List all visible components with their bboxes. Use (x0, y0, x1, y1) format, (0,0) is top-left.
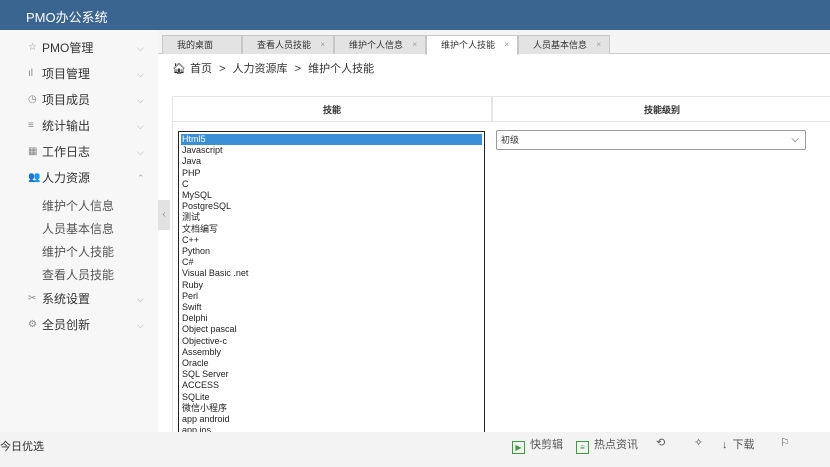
skill-option[interactable]: Ruby (181, 280, 482, 291)
download-icon: ↓ (722, 439, 728, 451)
skill-option[interactable]: Object pascal (181, 324, 482, 335)
sidebar-item-worklog[interactable]: ▦ 工作日志 ⌵ (0, 139, 158, 165)
breadcrumb-current: 维护个人技能 (308, 63, 375, 75)
tab-my-desktop[interactable]: 我的桌面 (162, 35, 242, 54)
sidebar-collapse-button[interactable]: ‹ (158, 200, 170, 230)
flag-button[interactable]: ⚐ (780, 436, 795, 449)
sidebar-item-settings[interactable]: ✂ 系统设置 ⌵ (0, 286, 158, 312)
skill-option[interactable]: 测试 (181, 212, 482, 223)
chevron-down-icon: ⌵ (137, 69, 144, 79)
sidebar-item-innovation[interactable]: ⚙ 全员创新 ⌵ (0, 312, 158, 338)
wrench-icon: ✂ (28, 293, 37, 304)
skill-option[interactable]: Oracle (181, 358, 482, 369)
chevron-down-icon: ⌵ (137, 320, 144, 330)
sidebar-item-projects[interactable]: ıl 项目管理 ⌵ (0, 61, 158, 87)
home-icon: 🏠︎ (172, 63, 186, 75)
skill-option[interactable]: Javascript (181, 145, 482, 156)
skill-option[interactable]: Objective-c (181, 336, 482, 347)
chevron-down-icon: ⌵ (137, 121, 144, 131)
skill-option[interactable]: Python (181, 246, 482, 257)
tab-view-staff-skills[interactable]: 查看人员技能 × (242, 35, 334, 54)
download-button[interactable]: ↓ 下载 (722, 436, 755, 452)
chevron-down-icon: ⌵ (137, 43, 144, 53)
bar-chart-icon: ıl (28, 68, 33, 79)
chevron-down-icon: ⌵ (791, 134, 799, 145)
skill-level-value: 初级 (501, 135, 520, 145)
news-icon: ≡ (576, 441, 589, 454)
chevron-down-icon: ⌵ (137, 294, 144, 304)
sidebar: ☆ PMO管理 ⌵ ıl 项目管理 ⌵ ◷ 项目成员 ⌵ ≡ 统计输出 ⌵ ▦ … (0, 30, 158, 432)
skill-option[interactable]: MySQL (181, 190, 482, 201)
cog-icon: ⚙ (28, 319, 37, 330)
skill-option[interactable]: ACCESS (181, 380, 482, 391)
skill-option[interactable]: 微信小程序 (181, 403, 482, 414)
skill-option[interactable]: Java (181, 156, 482, 167)
breadcrumb: 🏠︎ 首页 > 人力资源库 > 维护个人技能 (172, 63, 375, 75)
flag-icon: ⚐ (780, 437, 790, 449)
skill-option[interactable]: Perl (181, 291, 482, 302)
column-header-skill-level: 技能级别 (492, 96, 830, 122)
chevron-down-icon: ⌵ (137, 147, 144, 157)
users-icon: 👥 (28, 172, 41, 183)
close-icon[interactable]: × (504, 36, 509, 54)
pin-button[interactable]: ✧ (694, 436, 708, 449)
skill-option[interactable]: app android (181, 414, 482, 425)
sidebar-item-pmo[interactable]: ☆ PMO管理 ⌵ (0, 35, 158, 61)
chevron-left-icon: ‹ (162, 209, 166, 220)
app-header: PMO办公系统 (0, 0, 830, 30)
close-icon[interactable]: × (412, 36, 417, 54)
skill-option[interactable]: Html5 (181, 134, 482, 145)
skill-option[interactable]: Swift (181, 302, 482, 313)
column-header-skill: 技能 (172, 96, 492, 122)
skill-option[interactable]: PHP (181, 168, 482, 179)
tab-maintain-personal-skills[interactable]: 维护个人技能 × (426, 35, 518, 55)
sidebar-item-members[interactable]: ◷ 项目成员 ⌵ (0, 87, 158, 113)
skill-option[interactable]: SQLite (181, 392, 482, 403)
sidebar-item-statistics[interactable]: ≡ 统计输出 ⌵ (0, 113, 158, 139)
tab-maintain-personal-info[interactable]: 维护个人信息 × (334, 35, 426, 54)
submenu-maintain-personal-skills[interactable]: 维护个人技能 (42, 242, 114, 262)
skill-option[interactable]: Assembly (181, 347, 482, 358)
app-title: PMO办公系统 (26, 10, 108, 25)
skill-option[interactable]: Visual Basic .net (181, 268, 482, 279)
tab-bar: 我的桌面 查看人员技能 × 维护个人信息 × 维护个人技能 × 人员基本信息 × (158, 30, 830, 55)
skill-listbox[interactable]: Html5 Javascript Java PHP C MySQL PostgreSQL 测试… (178, 131, 485, 441)
calendar-icon: ▦ (28, 146, 38, 157)
skill-option[interactable]: C# (181, 257, 482, 268)
quick-edit-button[interactable]: ▶ 快剪辑 (512, 436, 563, 454)
refresh-icon: ⟲ (656, 437, 666, 449)
skill-option[interactable]: C (181, 179, 482, 190)
chevron-down-icon: ⌵ (137, 95, 144, 105)
tab-staff-basic-info[interactable]: 人员基本信息 × (518, 35, 610, 54)
skill-form: 技能 技能级别 Html5 Javascript Java PHP C MySQL Post… (172, 96, 830, 441)
skill-option[interactable]: C++ (181, 235, 482, 246)
status-today-picks[interactable]: 今日优选 (0, 438, 44, 454)
close-icon[interactable]: × (596, 36, 601, 54)
hot-news-button[interactable]: ≡ 热点资讯 (576, 436, 638, 454)
clock-icon: ◷ (28, 94, 37, 105)
submenu-staff-basic-info[interactable]: 人员基本信息 (42, 219, 114, 239)
skill-option[interactable]: Delphi (181, 313, 482, 324)
star-icon: ☆ (28, 42, 37, 53)
breadcrumb-home[interactable]: 首页 (190, 63, 212, 75)
play-icon: ▶ (512, 441, 525, 454)
chevron-up-icon: ⌃ (137, 173, 145, 183)
skill-option[interactable]: PostgreSQL (181, 201, 482, 212)
sidebar-item-hr[interactable]: 👥 人力资源 ⌃ (0, 165, 158, 191)
close-icon[interactable]: × (320, 36, 325, 54)
skill-option[interactable]: SQL Server (181, 369, 482, 380)
skill-level-select[interactable]: 初级 ⌵ (496, 130, 806, 150)
list-icon: ≡ (28, 120, 34, 131)
refresh-button[interactable]: ⟲ (656, 436, 670, 449)
skill-option[interactable]: 文档编写 (181, 224, 482, 235)
submenu-maintain-personal-info[interactable]: 维护个人信息 (42, 196, 114, 216)
status-bar: 今日优选 ▶ 快剪辑 ≡ 热点资讯 ⟲ ✧ ↓ 下载 ⚐ (0, 432, 830, 467)
submenu-view-staff-skills[interactable]: 查看人员技能 (42, 265, 114, 285)
breadcrumb-level1[interactable]: 人力资源库 (233, 63, 288, 75)
pin-icon: ✧ (694, 437, 704, 449)
